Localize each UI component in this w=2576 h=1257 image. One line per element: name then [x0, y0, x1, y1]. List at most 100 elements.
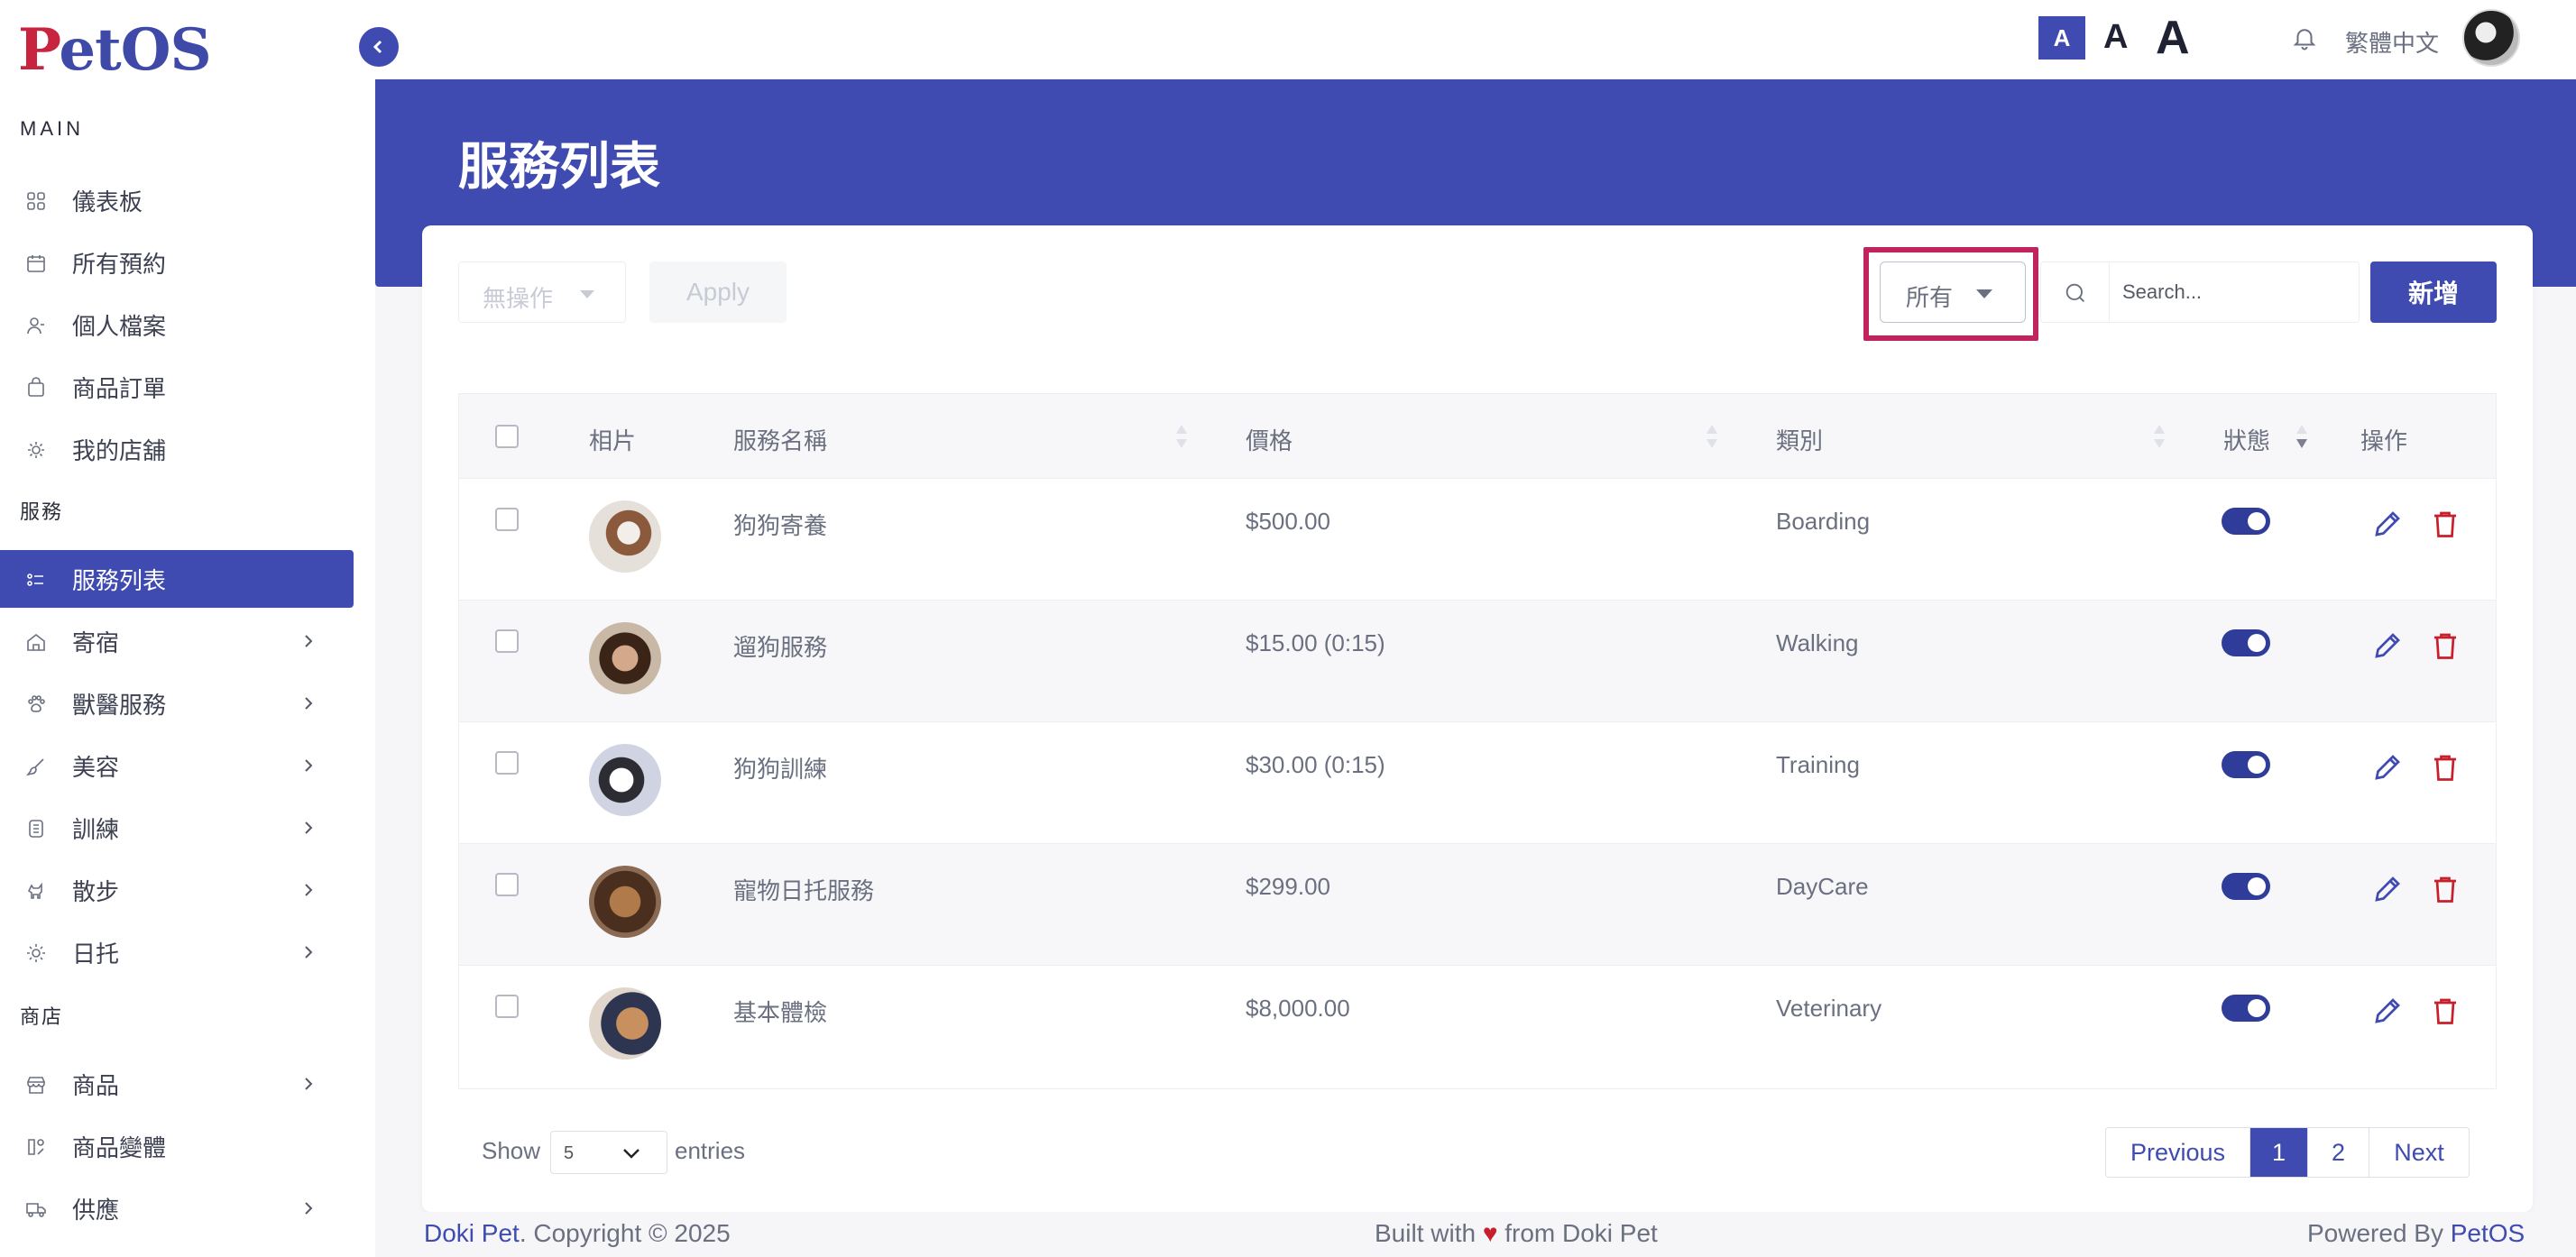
- status-toggle[interactable]: [2222, 873, 2270, 900]
- chevron-right-icon: [305, 821, 313, 834]
- delete-icon[interactable]: [2429, 629, 2461, 662]
- status-filter-select[interactable]: 所有: [1880, 261, 2026, 323]
- chevron-right-icon: [305, 946, 313, 959]
- sidebar-item-label: 獸醫服務: [72, 691, 167, 719]
- avatar[interactable]: [2462, 9, 2520, 67]
- service-name: 基本體檢: [733, 999, 828, 1026]
- bulk-action-value: 無操作: [483, 285, 554, 312]
- sidebar-item-walking[interactable]: 散步: [0, 861, 354, 919]
- user-icon: [27, 317, 44, 335]
- edit-icon[interactable]: [2371, 873, 2404, 905]
- delete-icon[interactable]: [2429, 995, 2461, 1027]
- page-button-2[interactable]: 2: [2308, 1128, 2369, 1177]
- sidebar-item-my-shop[interactable]: 我的店舖: [0, 420, 354, 478]
- edit-icon[interactable]: [2371, 995, 2404, 1027]
- delete-icon[interactable]: [2429, 751, 2461, 784]
- chevron-right-icon: [305, 759, 313, 772]
- sidebar-item-products[interactable]: 商品: [0, 1055, 354, 1113]
- sort-icon[interactable]: [1175, 423, 1188, 450]
- font-size-large-button[interactable]: A: [2156, 11, 2190, 65]
- footer-brand-link[interactable]: Doki Pet: [424, 1219, 520, 1247]
- edit-icon[interactable]: [2371, 508, 2404, 540]
- column-header-photo: 相片: [589, 427, 637, 454]
- sidebar-section-services: 服務: [20, 500, 64, 523]
- truck-icon: [26, 1203, 46, 1217]
- footer-built-pre: Built with: [1375, 1219, 1477, 1247]
- table-row: 狗狗寄養 $500.00 Boarding: [459, 479, 2496, 601]
- search-input[interactable]: [2109, 261, 2360, 323]
- pagination: Previous 1 2 Next: [2105, 1127, 2470, 1178]
- sidebar-item-label: 服務列表: [72, 566, 167, 594]
- next-page-button[interactable]: Next: [2369, 1128, 2469, 1177]
- sidebar-item-grooming[interactable]: 美容: [0, 737, 354, 794]
- chevron-right-icon: [305, 1078, 313, 1090]
- dashboard-icon: [27, 192, 45, 210]
- status-toggle[interactable]: [2222, 995, 2270, 1022]
- status-toggle[interactable]: [2222, 508, 2270, 535]
- language-switcher[interactable]: 繁體中文: [2345, 25, 2439, 59]
- service-category: DayCare: [1776, 873, 1869, 900]
- bulk-action-select[interactable]: 無操作: [458, 261, 626, 323]
- paw-icon: [28, 695, 45, 712]
- status-toggle[interactable]: [2222, 629, 2270, 656]
- row-checkbox[interactable]: [495, 995, 519, 1018]
- sidebar-collapse-button[interactable]: [359, 27, 399, 67]
- delete-icon[interactable]: [2429, 873, 2461, 905]
- footer-powered-link[interactable]: PetOS: [2451, 1219, 2525, 1247]
- sort-icon[interactable]: [1706, 423, 1718, 450]
- column-header-category[interactable]: 類別: [1776, 423, 1823, 456]
- delete-icon[interactable]: [2429, 508, 2461, 540]
- service-category: Training: [1776, 751, 1860, 778]
- sidebar-item-profile[interactable]: 個人檔案: [0, 296, 354, 353]
- sidebar-item-supply[interactable]: 供應: [0, 1179, 354, 1237]
- service-price: $299.00: [1246, 873, 1330, 900]
- footer-built-with: Built with ♥ from Doki Pet: [1375, 1219, 1658, 1248]
- apply-button[interactable]: Apply: [649, 261, 787, 323]
- row-checkbox[interactable]: [495, 629, 519, 653]
- show-label: Show: [482, 1137, 541, 1164]
- service-price: $15.00 (0:15): [1246, 629, 1385, 656]
- sidebar-item-label: 我的店舖: [72, 436, 167, 464]
- sidebar-section-main: MAIN: [20, 117, 84, 140]
- add-service-button[interactable]: 新增: [2370, 261, 2497, 323]
- column-header-price[interactable]: 價格: [1246, 423, 1293, 456]
- status-toggle[interactable]: [2222, 751, 2270, 778]
- previous-page-button[interactable]: Previous: [2106, 1128, 2250, 1177]
- select-all-checkbox[interactable]: [495, 425, 519, 448]
- page-button-1[interactable]: 1: [2250, 1128, 2308, 1177]
- sidebar-item-label: 商品變體: [72, 1133, 167, 1161]
- sidebar-item-training[interactable]: 訓練: [0, 799, 354, 857]
- sidebar-item-product-variants[interactable]: 商品變體: [0, 1117, 354, 1175]
- edit-icon[interactable]: [2371, 751, 2404, 784]
- row-checkbox[interactable]: [495, 508, 519, 531]
- bag-icon: [28, 377, 44, 397]
- column-header-name[interactable]: 服務名稱: [733, 423, 827, 456]
- chevron-down-icon: [623, 1149, 639, 1159]
- column-header-status[interactable]: 狀態: [2223, 423, 2270, 456]
- column-header-actions: 操作: [2360, 427, 2408, 454]
- edit-icon[interactable]: [2371, 629, 2404, 662]
- bell-icon[interactable]: [2291, 23, 2318, 52]
- row-checkbox[interactable]: [495, 873, 519, 896]
- services-table: 相片 服務名稱 價格 類別 狀態 操作 狗狗寄養 $500.00 Boardin…: [458, 393, 2497, 1089]
- entries-per-page-select[interactable]: 5: [550, 1131, 667, 1174]
- entries-label: entries: [675, 1137, 746, 1164]
- row-checkbox[interactable]: [495, 751, 519, 775]
- sidebar-item-appointments[interactable]: 所有預約: [0, 234, 354, 291]
- sidebar-item-label: 訓練: [72, 815, 120, 843]
- sidebar-item-veterinary[interactable]: 獸醫服務: [0, 674, 354, 732]
- font-size-medium-button[interactable]: A: [2103, 18, 2128, 57]
- sidebar-item-dashboard[interactable]: 儀表板: [0, 171, 354, 229]
- sort-desc-icon[interactable]: [2295, 423, 2308, 450]
- sidebar-item-label: 商品訂單: [72, 374, 167, 402]
- app-logo[interactable]: PetOS: [18, 16, 212, 84]
- app-root: PetOS MAIN 儀表板 所有預約 個人檔案 商品訂單 我的店舖 服務 服務…: [0, 0, 2576, 1257]
- sidebar-item-boarding[interactable]: 寄宿: [0, 612, 354, 670]
- sidebar-item-orders[interactable]: 商品訂單: [0, 358, 354, 416]
- sidebar-item-daycare[interactable]: 日托: [0, 923, 354, 981]
- footer-powered-by: Powered By PetOS: [2307, 1219, 2525, 1248]
- sidebar-item-service-list[interactable]: 服務列表: [0, 550, 354, 608]
- sort-icon[interactable]: [2153, 423, 2166, 450]
- font-size-small-button[interactable]: A: [2038, 16, 2085, 60]
- brush-icon: [26, 758, 44, 776]
